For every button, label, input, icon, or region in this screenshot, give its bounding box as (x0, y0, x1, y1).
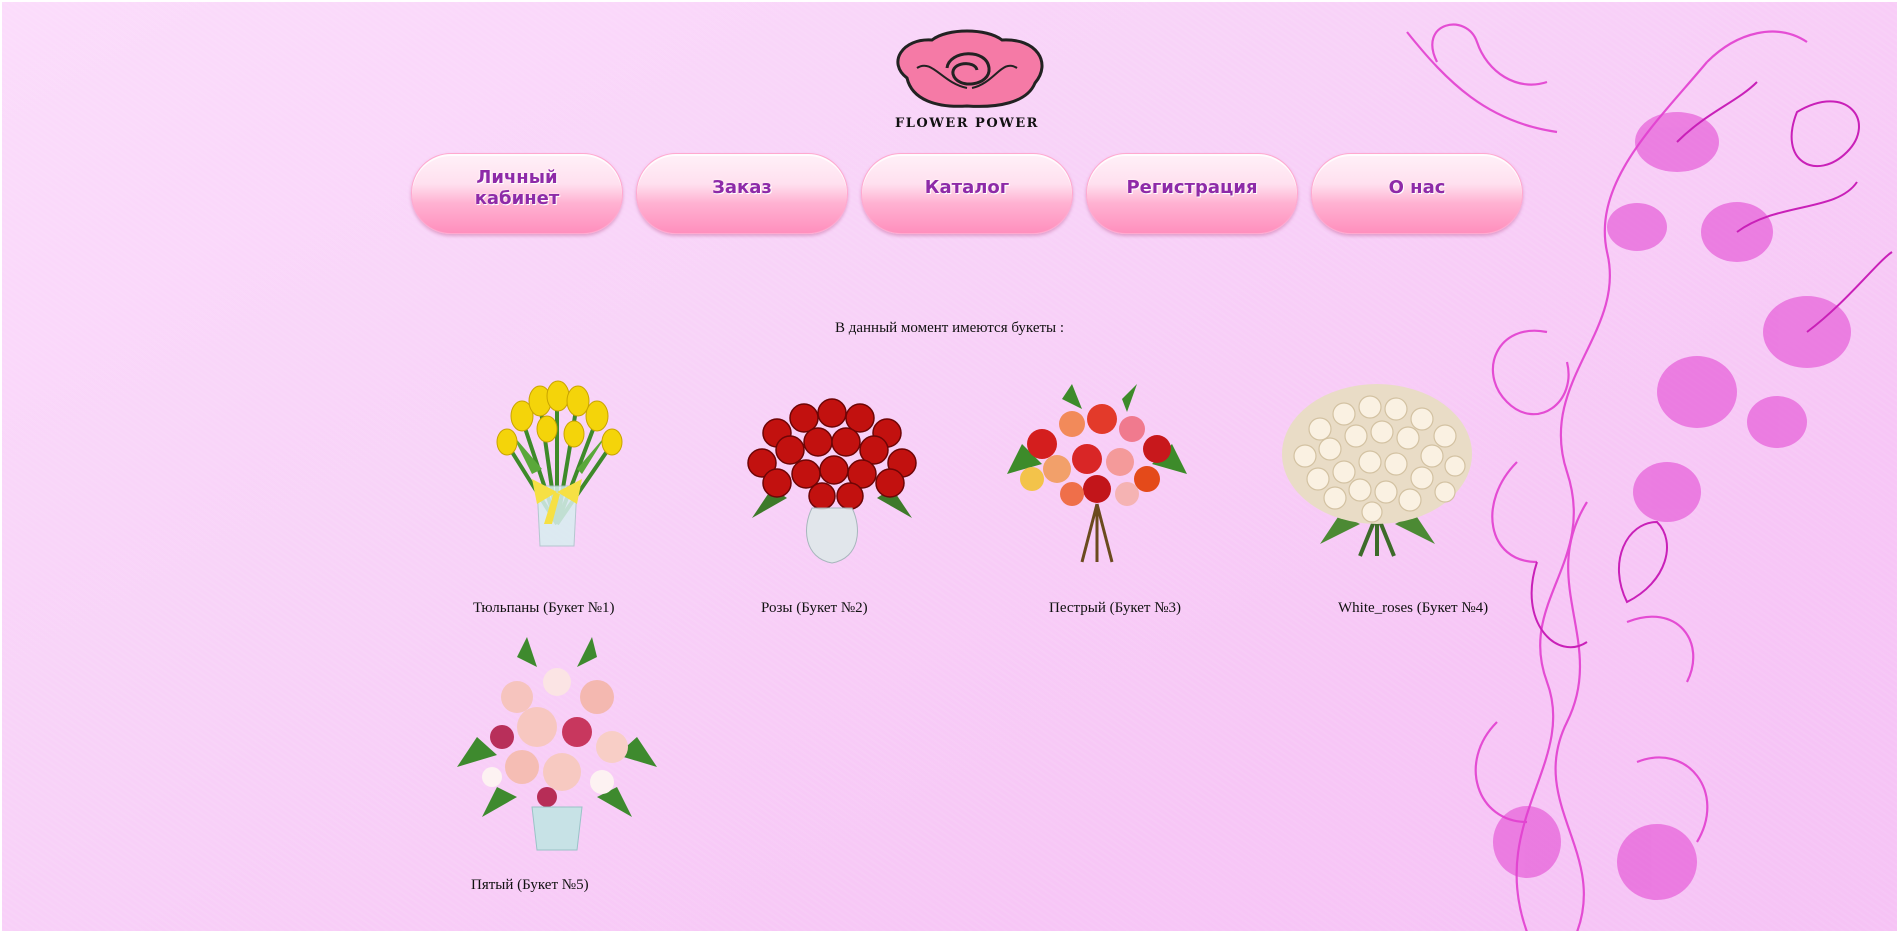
nav-button-order[interactable]: Заказ (636, 153, 848, 234)
yellow-tulip-bouquet-icon[interactable] (482, 374, 632, 554)
nav-label: Личный (476, 166, 558, 188)
white-rose-bouquet-icon[interactable] (1280, 374, 1475, 559)
nav-button-profile[interactable]: Личный кабинет (411, 153, 623, 234)
bouquet-caption: Розы (Букет №2) (761, 600, 868, 616)
rose-logo-icon (896, 29, 1044, 108)
mixed-bouquet-icon[interactable] (1002, 384, 1192, 564)
pink-rose-bouquet-icon[interactable] (457, 637, 657, 852)
nav-label: Каталог (924, 177, 1010, 198)
page: FLOWER POWER Личный кабинет Заказ Каталог… (2, 2, 1897, 931)
nav-button-about[interactable]: О нас (1311, 153, 1523, 234)
bouquet-caption: Пятый (Букет №5) (471, 877, 589, 893)
bouquet-caption: Тюльпаны (Букет №1) (473, 600, 615, 616)
red-rose-bouquet-icon[interactable] (732, 378, 932, 568)
intro-text: В данный момент имеются букеты : (834, 320, 1065, 336)
nav-button-registration[interactable]: Регистрация (1086, 153, 1298, 234)
logo-text: FLOWER POWER (895, 116, 1039, 131)
nav-label: О нас (1388, 177, 1446, 198)
bouquet-caption: Пестрый (Букет №3) (1049, 600, 1182, 616)
nav-label: Заказ (712, 177, 772, 198)
bouquet-caption: White_roses (Букет №4) (1338, 600, 1489, 616)
nav-button-catalog[interactable]: Каталог (861, 153, 1073, 234)
main-nav: Личный кабинет Заказ Каталог Регистрация … (411, 153, 1523, 234)
nav-label: кабинет (474, 187, 560, 209)
nav-label: Регистрация (1126, 177, 1258, 198)
logo[interactable]: FLOWER POWER (877, 28, 1057, 136)
